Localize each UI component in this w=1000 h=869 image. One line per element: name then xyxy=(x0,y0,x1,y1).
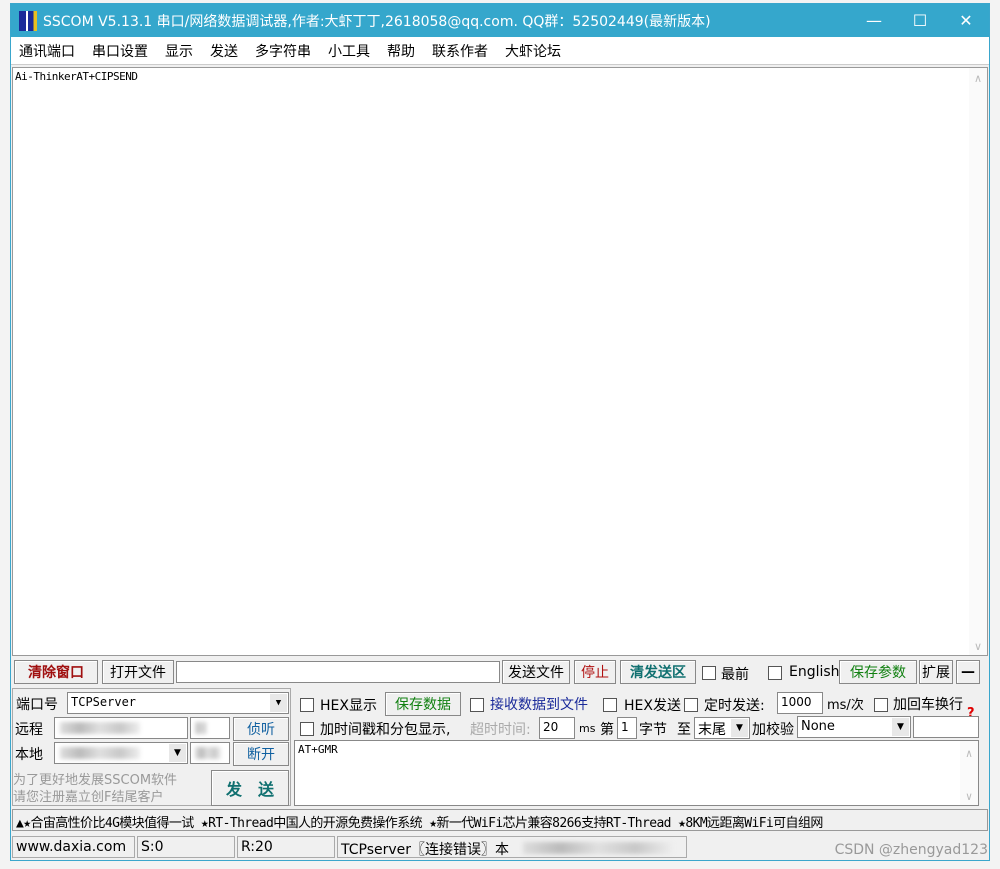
menu-bar: 通讯端口 串口设置 显示 发送 多字符串 小工具 帮助 联系作者 大虾论坛 xyxy=(11,37,989,65)
app-icon xyxy=(19,10,37,31)
byte-to-select[interactable]: 末尾 ▼ xyxy=(694,717,750,739)
send-input[interactable]: AT+GMR ∧ ∨ xyxy=(294,740,979,806)
status-connection: TCPserver〖连接错误〗本 xyxy=(337,836,687,858)
byte-from-label: 第 xyxy=(600,722,614,738)
watermark: CSDN @zhengyad123 xyxy=(834,842,988,858)
receive-scrollbar[interactable]: ∧ ∨ xyxy=(969,68,987,655)
minimize-button[interactable]: — xyxy=(851,4,897,37)
menu-help[interactable]: 帮助 xyxy=(387,41,415,61)
chevron-down-icon[interactable]: ▼ xyxy=(270,694,287,712)
receive-text: Ai-ThinkerAT+CIPSEND xyxy=(15,70,138,83)
local-ip-select[interactable]: ▼ xyxy=(54,742,188,764)
timed-send-checkbox[interactable] xyxy=(684,698,698,712)
topmost-checkbox[interactable] xyxy=(702,666,716,680)
listen-button[interactable]: 侦听 xyxy=(233,717,289,741)
status-sent: S:0 xyxy=(137,836,235,858)
save-params-button[interactable]: 保存参数 xyxy=(839,660,917,684)
send-file-button[interactable]: 发送文件 xyxy=(502,660,570,684)
expand-button[interactable]: 扩展 xyxy=(919,660,953,684)
chevron-down-icon[interactable]: ▼ xyxy=(169,744,186,762)
byte-from-input[interactable]: 1 xyxy=(617,717,637,739)
hex-send-label: HEX发送 xyxy=(624,698,681,714)
save-data-button[interactable]: 保存数据 xyxy=(385,692,461,716)
local-label: 本地 xyxy=(15,747,43,763)
file-path-input[interactable] xyxy=(176,661,500,683)
add-crlf-checkbox[interactable] xyxy=(874,698,888,712)
status-received: R:20 xyxy=(237,836,335,858)
promo-text: 为了更好地发展SSCOM软件 请您注册嘉立创F结尾客户 xyxy=(13,773,178,805)
remote-port-input[interactable] xyxy=(190,717,230,739)
recv-to-file-label[interactable]: 接收数据到文件 xyxy=(490,694,588,714)
chevron-down-icon[interactable]: ▼ xyxy=(892,718,909,736)
port-label: 端口号 xyxy=(16,697,58,713)
ad-ticker[interactable]: ▲★合宙高性价比4G模块值得一试 ★RT-Thread中国人的开源免费操作系统 … xyxy=(12,809,988,831)
timeout-label: 超时时间: xyxy=(470,722,531,738)
local-port-input[interactable] xyxy=(190,742,230,764)
byte-to-value: 末尾 xyxy=(698,722,726,738)
hex-send-checkbox[interactable] xyxy=(603,698,617,712)
topmost-label: 最前 xyxy=(721,667,749,683)
clear-send-button[interactable]: 清发送区 xyxy=(620,660,696,684)
interval-unit: ms/次 xyxy=(827,698,864,713)
menu-forum[interactable]: 大虾论坛 xyxy=(505,41,561,61)
add-crlf-label: 加回车换行 xyxy=(893,697,963,713)
receive-area[interactable]: Ai-ThinkerAT+CIPSEND ∧ ∨ xyxy=(12,67,988,656)
menu-comm-port[interactable]: 通讯端口 xyxy=(19,41,75,61)
checksum-result xyxy=(913,716,979,738)
interval-input[interactable]: 1000 xyxy=(777,692,823,714)
checksum-value: None xyxy=(801,719,835,734)
byte-label: 字节 xyxy=(639,722,667,738)
sscom-window: SSCOM V5.13.1 串口/网络数据调试器,作者:大虾丁丁,2618058… xyxy=(10,3,990,861)
menu-serial-settings[interactable]: 串口设置 xyxy=(92,41,148,61)
send-scrollbar[interactable]: ∧ ∨ xyxy=(960,741,978,805)
timeout-input[interactable]: 20 xyxy=(539,717,575,739)
timestamp-label: 加时间戳和分包显示, xyxy=(320,722,451,738)
to-label: 至 xyxy=(677,722,691,738)
menu-tools[interactable]: 小工具 xyxy=(328,41,370,61)
collapse-button[interactable]: — xyxy=(956,660,980,684)
menu-multi-string[interactable]: 多字符串 xyxy=(255,41,311,61)
timestamp-checkbox[interactable] xyxy=(300,722,314,736)
menu-send[interactable]: 发送 xyxy=(210,41,238,61)
send-text: AT+GMR xyxy=(298,743,338,756)
port-value: TCPServer xyxy=(71,695,137,709)
window-title: SSCOM V5.13.1 串口/网络数据调试器,作者:大虾丁丁,2618058… xyxy=(43,13,711,30)
clear-window-button[interactable]: 清除窗口 xyxy=(14,660,98,684)
timed-send-label: 定时发送: xyxy=(704,698,765,714)
checksum-label: 加校验 xyxy=(752,722,794,738)
english-checkbox[interactable] xyxy=(768,666,782,680)
maximize-button[interactable]: ☐ xyxy=(897,4,943,37)
menu-display[interactable]: 显示 xyxy=(165,41,193,61)
english-label: English xyxy=(789,664,840,680)
send-button[interactable]: 发 送 xyxy=(211,770,289,806)
timeout-unit: ms xyxy=(579,722,596,735)
remote-ip-input[interactable] xyxy=(54,717,188,739)
checksum-select[interactable]: None ▼ xyxy=(797,716,911,738)
port-select[interactable]: TCPServer ▼ xyxy=(67,692,289,714)
status-connection-text: TCPserver〖连接错误〗本 xyxy=(341,842,510,858)
open-file-button[interactable]: 打开文件 xyxy=(102,660,174,684)
recv-to-file-checkbox[interactable] xyxy=(470,698,484,712)
title-bar[interactable]: SSCOM V5.13.1 串口/网络数据调试器,作者:大虾丁丁,2618058… xyxy=(11,4,989,37)
stop-button[interactable]: 停止 xyxy=(574,660,616,684)
close-button[interactable]: ✕ xyxy=(943,4,989,37)
status-site[interactable]: www.daxia.com xyxy=(12,836,135,858)
hex-display-checkbox[interactable] xyxy=(300,698,314,712)
remote-label: 远程 xyxy=(15,722,43,738)
disconnect-button[interactable]: 断开 xyxy=(233,742,289,766)
chevron-down-icon[interactable]: ▼ xyxy=(731,719,748,737)
hex-display-label: HEX显示 xyxy=(320,698,377,714)
menu-contact[interactable]: 联系作者 xyxy=(432,41,488,61)
